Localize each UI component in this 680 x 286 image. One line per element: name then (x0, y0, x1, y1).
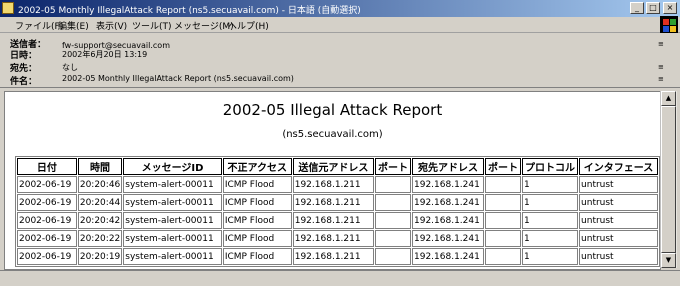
cell-interface: untrust (579, 248, 658, 265)
cell-source-port (375, 176, 411, 193)
cell-source-address: 192.168.1.211 (292, 230, 374, 247)
scroll-thumb[interactable] (661, 106, 676, 253)
status-bar (0, 270, 680, 286)
attack-report-table: 日付 時間 メッセージID 不正アクセス 送信元アドレス ポート 宛先アドレス … (15, 156, 660, 267)
cell-protocol: 1 (522, 230, 579, 247)
table-row: 2002-06-19 20:20:42 system-alert-00011 ICMP… (17, 212, 658, 229)
cell-message-id: system-alert-00011 (123, 212, 222, 229)
minimize-button[interactable]: _ (630, 2, 644, 14)
cell-dest-address: 192.168.1.241 (412, 212, 485, 229)
col-dest-address: 宛先アドレス (412, 158, 485, 175)
cell-dest-port (485, 230, 522, 247)
menu-bar: ファイル(F) 編集(E) 表示(V) ツール(T) メッセージ(M) ヘルプ(… (0, 17, 680, 33)
cell-interface: untrust (579, 212, 658, 229)
cell-source-port (375, 248, 411, 265)
cell-source-address: 192.168.1.211 (292, 248, 374, 265)
cell-date: 2002-06-19 (17, 230, 77, 247)
cell-dest-address: 192.168.1.241 (412, 248, 485, 265)
cell-illegal-access: ICMP Flood (222, 230, 292, 247)
cell-date: 2002-06-19 (17, 248, 77, 265)
menu-file[interactable]: ファイル(F) (15, 19, 63, 32)
cell-source-address: 192.168.1.211 (292, 212, 374, 229)
cell-illegal-access: ICMP Flood (222, 176, 292, 193)
from-expand-icon[interactable]: ≡ (658, 41, 670, 49)
report-title: 2002-05 Illegal Attack Report (222, 101, 443, 119)
cell-illegal-access: ICMP Flood (222, 212, 292, 229)
window-title: 2002-05 Monthly IllegalAttack Report (ns… (18, 6, 361, 16)
cell-message-id: system-alert-00011 (123, 230, 222, 247)
cell-source-port (375, 194, 411, 211)
col-time: 時間 (77, 158, 123, 175)
menu-view[interactable]: 表示(V) (96, 19, 127, 32)
maximize-button[interactable]: □ (646, 2, 660, 14)
cell-source-port (375, 230, 411, 247)
col-protocol: プロトコル (522, 158, 579, 175)
to-label: 宛先： (10, 64, 38, 74)
cell-time: 20:20:19 (77, 248, 123, 265)
cell-date: 2002-06-19 (17, 176, 77, 193)
cell-time: 20:20:42 (77, 212, 123, 229)
cell-illegal-access: ICMP Flood (222, 194, 292, 211)
message-body: 2002-05 Illegal Attack Report (ns5.secua… (4, 91, 661, 270)
cell-interface: untrust (579, 230, 658, 247)
cell-date: 2002-06-19 (17, 194, 77, 211)
cell-interface: untrust (579, 176, 658, 193)
cell-source-address: 192.168.1.211 (292, 194, 374, 211)
menu-help[interactable]: ヘルプ(H) (228, 19, 269, 32)
cell-dest-address: 192.168.1.241 (412, 194, 485, 211)
cell-dest-address: 192.168.1.241 (412, 176, 485, 193)
menu-message[interactable]: メッセージ(M) (174, 19, 234, 32)
cell-dest-port (485, 248, 522, 265)
subject-label: 件名： (10, 77, 38, 87)
date-label: 日時： (10, 51, 38, 61)
table-row: 2002-06-19 20:20:46 system-alert-00011 ICMP… (17, 176, 658, 193)
windows-logo-icon (660, 16, 678, 33)
menu-tools[interactable]: ツール(T) (132, 19, 172, 32)
table-row: 2002-06-19 20:20:22 system-alert-00011 ICMP… (17, 230, 658, 247)
cell-dest-port (485, 176, 522, 193)
cell-dest-port (485, 212, 522, 229)
vertical-scrollbar[interactable]: ▲ ▼ (660, 91, 677, 268)
cell-source-address: 192.168.1.211 (292, 176, 374, 193)
cell-message-id: system-alert-00011 (123, 248, 222, 265)
cell-source-port (375, 212, 411, 229)
cell-protocol: 1 (522, 248, 579, 265)
cell-date: 2002-06-19 (17, 212, 77, 229)
col-source-port: ポート (375, 158, 411, 175)
scroll-down-icon[interactable]: ▼ (661, 253, 676, 268)
cell-illegal-access: ICMP Flood (222, 248, 292, 265)
cell-time: 20:20:22 (77, 230, 123, 247)
menu-edit[interactable]: 編集(E) (58, 19, 89, 32)
table-header-row: 日付 時間 メッセージID 不正アクセス 送信元アドレス ポート 宛先アドレス … (17, 158, 658, 175)
col-date: 日付 (17, 158, 77, 175)
message-icon (2, 2, 14, 14)
report-subtitle: (ns5.secuavail.com) (282, 129, 383, 140)
cell-interface: untrust (579, 194, 658, 211)
title-bar: 2002-05 Monthly IllegalAttack Report (ns… (0, 0, 680, 17)
close-button[interactable]: × (663, 2, 677, 14)
cell-time: 20:20:46 (77, 176, 123, 193)
cell-protocol: 1 (522, 176, 579, 193)
cell-protocol: 1 (522, 212, 579, 229)
col-dest-port: ポート (485, 158, 522, 175)
message-header: 送信者： fw-support@secuavail.com ≡ 日時： 2002… (0, 33, 680, 88)
cell-protocol: 1 (522, 194, 579, 211)
cell-dest-address: 192.168.1.241 (412, 230, 485, 247)
table-row: 2002-06-19 20:20:44 system-alert-00011 ICMP… (17, 194, 658, 211)
to-value: なし (62, 63, 78, 72)
scroll-up-icon[interactable]: ▲ (661, 91, 676, 106)
subject-value: 2002-05 Monthly IllegalAttack Report (ns… (62, 74, 294, 83)
to-expand-icon[interactable]: ≡ (658, 64, 670, 72)
col-illegal-access: 不正アクセス (222, 158, 292, 175)
col-source-address: 送信元アドレス (292, 158, 374, 175)
col-message-id: メッセージID (123, 158, 222, 175)
cell-message-id: system-alert-00011 (123, 176, 222, 193)
date-value: 2002年6月20日 13:19 (62, 50, 148, 59)
table-row: 2002-06-19 20:20:19 system-alert-00011 ICMP… (17, 248, 658, 265)
cell-time: 20:20:44 (77, 194, 123, 211)
subject-expand-icon[interactable]: ≡ (658, 76, 670, 84)
cell-dest-port (485, 194, 522, 211)
cell-message-id: system-alert-00011 (123, 194, 222, 211)
col-interface: インタフェース (579, 158, 658, 175)
